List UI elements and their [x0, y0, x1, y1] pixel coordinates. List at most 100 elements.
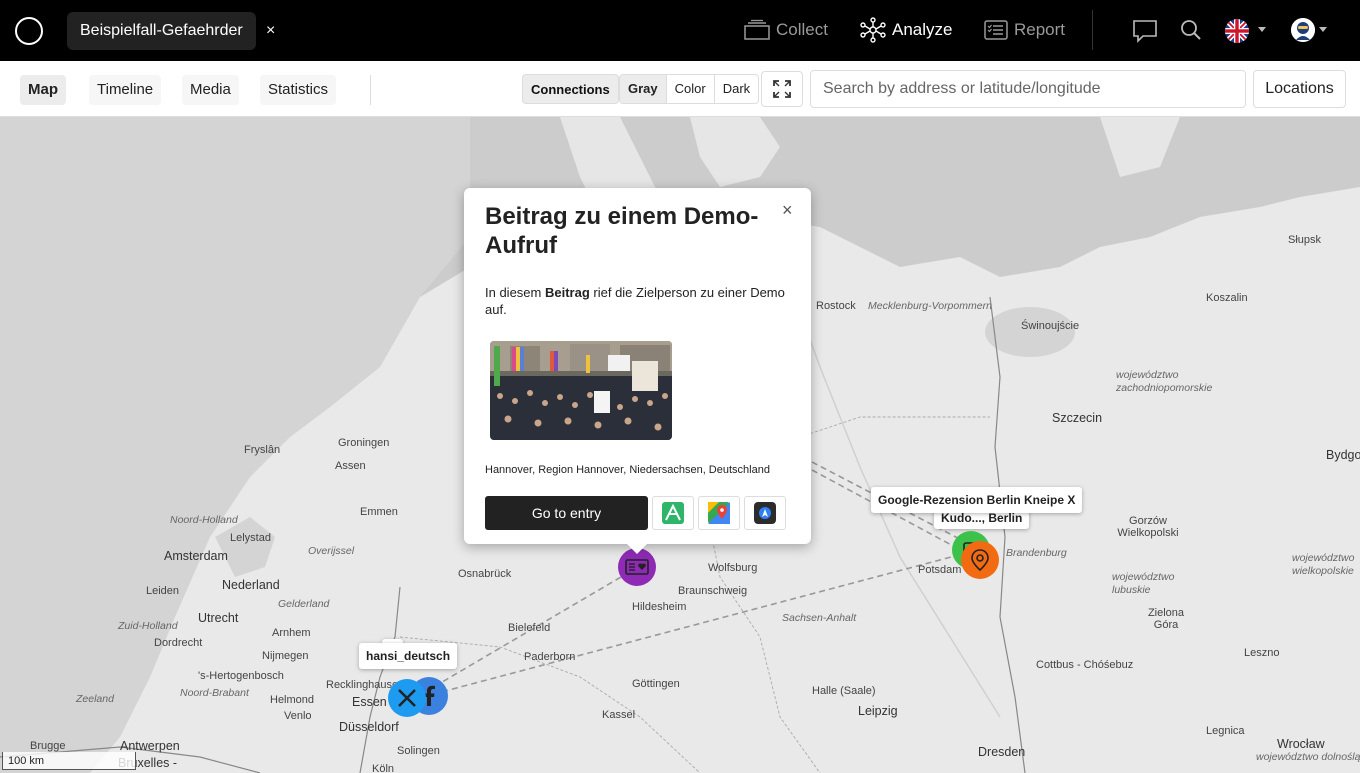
place-label: Szczecin	[1052, 411, 1103, 425]
place-label: województwo lubuskie	[1112, 571, 1175, 596]
place-label: Emmen	[360, 506, 398, 518]
place-label: Overijssel	[308, 545, 355, 557]
place-label: Zielona Góra	[1147, 607, 1185, 631]
nav-analyze[interactable]: Analyze	[860, 16, 952, 44]
place-label: Legnica	[1206, 725, 1245, 737]
locations-button[interactable]: Locations	[1253, 70, 1346, 108]
user-chevron-down-icon[interactable]	[1319, 27, 1327, 32]
place-label: Nijmegen	[262, 650, 309, 662]
location-pin-marker[interactable]	[961, 541, 999, 579]
place-label: Leszno	[1244, 647, 1280, 659]
google-maps-icon	[708, 502, 730, 524]
place-label: Helmond	[270, 694, 315, 706]
map-scale: 100 km	[2, 752, 136, 770]
location-search-input[interactable]	[810, 70, 1246, 108]
place-label: Rostock	[816, 300, 856, 312]
close-case-tab-icon[interactable]: ×	[266, 20, 275, 42]
fullscreen-icon	[773, 80, 791, 98]
place-label: Halle (Saale)	[812, 685, 876, 697]
place-label: Zuid-Holland	[118, 620, 178, 632]
app-logo-icon[interactable]	[15, 17, 43, 45]
place-label: Amsterdam	[164, 549, 228, 563]
place-label: Noord-Brabant	[180, 687, 249, 699]
place-label: Göttingen	[632, 678, 680, 690]
entry-popup: × Beitrag zu einem Demo-Aufruf In diesem…	[464, 188, 811, 544]
place-label: Wrocław	[1277, 737, 1325, 751]
place-label: Bielefeld	[508, 622, 551, 634]
tab-media[interactable]: Media	[182, 75, 239, 105]
popup-desc-text: In diesem	[485, 285, 545, 300]
tab-map[interactable]: Map	[20, 75, 66, 105]
apple-maps-icon	[754, 502, 776, 524]
popup-title: Beitrag zu einem Demo-Aufruf	[485, 203, 759, 259]
place-label: Antwerpen	[120, 739, 180, 753]
popup-close-icon[interactable]: ×	[782, 200, 793, 221]
place-label: Gelderland	[278, 598, 330, 610]
place-label: Braunschweig	[678, 585, 748, 597]
place-label: Słupsk	[1288, 234, 1322, 246]
popup-location: Hannover, Region Hannover, Niedersachsen…	[485, 464, 770, 476]
map-style-group: Gray Color Dark	[619, 74, 760, 104]
place-label: Köln	[372, 763, 395, 773]
post-icon	[625, 559, 649, 575]
place-label: Cottbus - Chóśebuz	[1036, 659, 1134, 671]
marker-label-hansi[interactable]: hansi_deutsch	[359, 643, 458, 669]
open-in-apple-maps-button[interactable]	[744, 496, 786, 530]
place-label: Utrecht	[198, 611, 239, 625]
place-label: województwo wielkopolskie	[1292, 552, 1355, 577]
place-label: Nederland	[222, 578, 280, 592]
analyze-icon	[860, 17, 886, 43]
place-label: Mecklenburg-Vorpommern	[868, 300, 992, 312]
place-label: Dresden	[978, 745, 1026, 759]
open-in-google-maps-button[interactable]	[698, 496, 740, 530]
fullscreen-button[interactable]	[761, 71, 803, 107]
tab-statistics[interactable]: Statistics	[260, 75, 337, 105]
place-label: Gorzów Wielkopolski	[1117, 515, 1179, 539]
place-label region: Fryslân	[244, 444, 281, 456]
popup-description: In diesem Beitrag rief die Zielperson zu…	[485, 284, 795, 318]
twitter-x-marker[interactable]	[388, 679, 426, 717]
map-toolbar: Map Timeline Media Statistics Connection…	[0, 61, 1360, 117]
map-style-gray[interactable]: Gray	[620, 75, 667, 103]
open-in-here-wego-button[interactable]	[652, 496, 694, 530]
nav-collect-label: Collect	[776, 20, 828, 39]
language-chevron-down-icon[interactable]	[1258, 27, 1266, 32]
pin-icon	[971, 549, 989, 571]
place-label: województwo zachodniopomorskie	[1116, 369, 1213, 394]
search-icon[interactable]	[1180, 19, 1202, 41]
place-label: Arnhem	[272, 627, 311, 639]
collect-icon	[744, 19, 770, 40]
go-to-entry-button[interactable]: Go to entry	[485, 496, 648, 530]
place-label: Dordrecht	[154, 637, 203, 649]
tab-timeline[interactable]: Timeline	[89, 75, 162, 105]
place-label: Świnoujście	[1021, 320, 1080, 332]
map-style-dark[interactable]: Dark	[714, 75, 759, 103]
place-label: Lelystad	[230, 532, 271, 544]
place-label: Venlo	[284, 710, 312, 722]
place-label: Brandenburg	[1006, 547, 1067, 559]
place-label: Bydgo	[1326, 448, 1360, 462]
nav-analyze-label: Analyze	[892, 20, 953, 39]
place-label: Zeeland	[76, 693, 114, 705]
divider	[370, 75, 371, 105]
user-avatar-icon[interactable]	[1291, 18, 1315, 42]
place-label: Hildesheim	[632, 601, 687, 613]
place-label: Leiden	[146, 585, 180, 597]
place-label: 's-Hertogenbosch	[198, 670, 284, 682]
nav-report-label: Report	[1014, 20, 1066, 39]
connections-button[interactable]: Connections	[522, 74, 619, 104]
place-label: Assen	[335, 460, 366, 472]
popup-pointer	[626, 543, 648, 554]
x-icon	[398, 689, 416, 707]
place-label: Brugge	[30, 740, 66, 752]
marker-label-google-review[interactable]: Google-Rezension Berlin Kneipe X	[871, 487, 1083, 513]
nav-collect[interactable]: Collect	[744, 16, 828, 44]
map-style-color[interactable]: Color	[666, 75, 715, 103]
uk-flag-icon[interactable]	[1225, 19, 1249, 43]
case-tab[interactable]: Beispielfall-Gefaehrder	[67, 12, 256, 50]
popup-image[interactable]	[490, 341, 672, 440]
place-label: Noord-Holland	[170, 514, 238, 526]
nav-report[interactable]: Report	[984, 16, 1065, 44]
here-wego-icon	[662, 502, 684, 524]
chat-icon[interactable]	[1132, 18, 1158, 44]
